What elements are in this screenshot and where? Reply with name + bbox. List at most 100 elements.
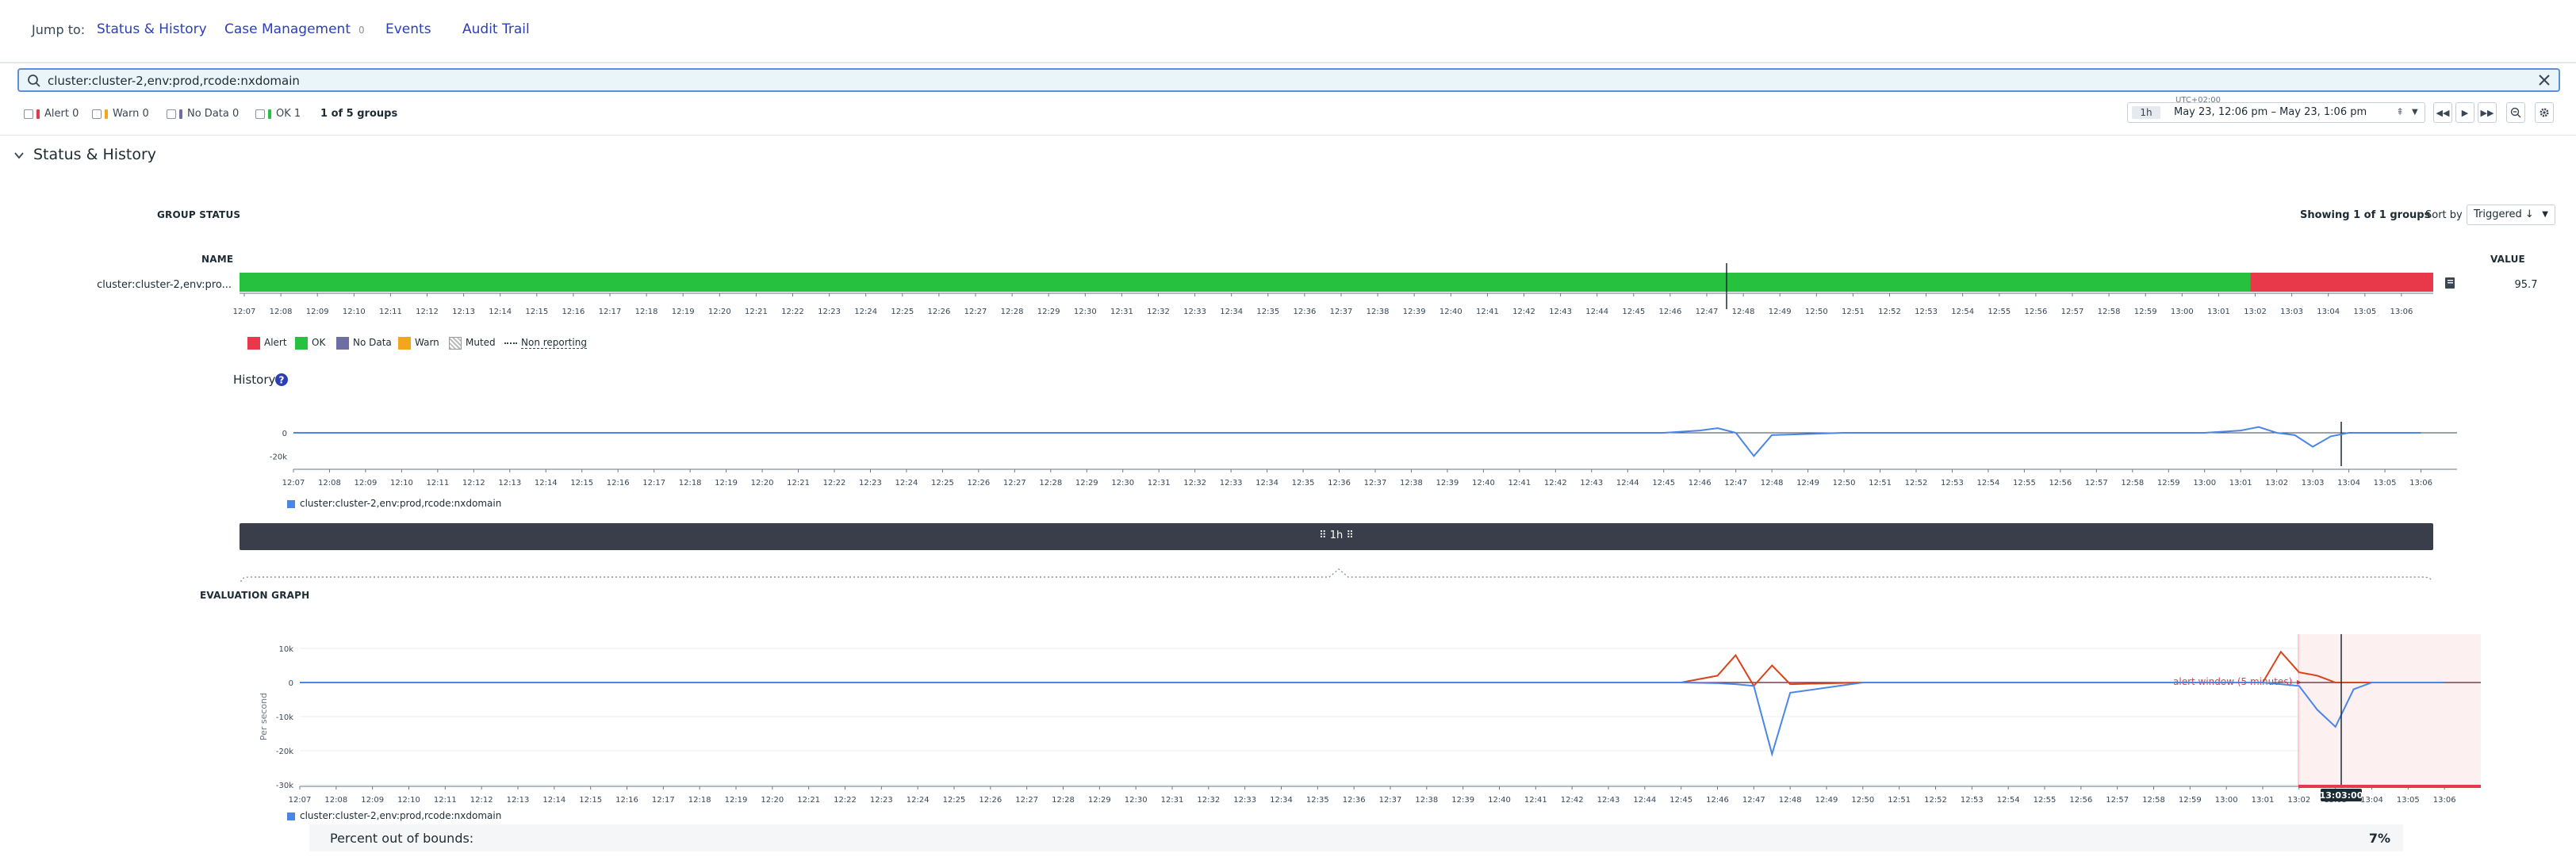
evaluation-legend: cluster:cluster-2,env:prod,rcode:nxdomai… [287,810,501,821]
x-tick-label: 12:13 [507,796,530,805]
jump-to-label: Jump to: [32,22,86,37]
x-tick-label: 12:38 [1415,796,1438,805]
status-tick-label: 12:53 [1915,308,1938,316]
status-tick-label: 12:50 [1805,308,1828,316]
y-tick-label: 0 [282,430,287,438]
x-tick-label: 12:54 [1997,796,2020,805]
rewind-button[interactable]: ◀◀ [2433,102,2452,123]
x-tick-label: 12:49 [1796,479,1819,488]
filter-alert[interactable]: Alert 0 [24,108,79,120]
x-tick-label: 12:28 [1039,479,1062,488]
x-tick-label: 12:18 [679,479,702,488]
x-tick-label: 13:02 [2287,796,2310,805]
x-tick-label: 13:03 [2302,479,2325,488]
time-range-picker[interactable]: 1h May 23, 12:06 pm – May 23, 1:06 pm ⇞ … [2127,102,2425,123]
alert-window-band [2298,634,2481,786]
close-icon[interactable] [2536,72,2552,88]
status-tick-label: 12:12 [416,308,439,316]
legend-label: Warn [415,337,439,348]
x-tick-label: 12:57 [2085,479,2108,488]
settings-button[interactable] [2535,102,2554,123]
jump-link-status-history[interactable]: Status & History [97,21,207,37]
x-tick-label: 12:41 [1508,479,1531,488]
x-tick-label: 12:52 [1924,796,1947,805]
time-range-handle-bar[interactable]: ⠿ 1h ⠿ [240,523,2433,550]
y-tick-label: 0 [289,679,293,688]
y-tick-label: -20k [276,748,293,756]
status-tick-label: 12:32 [1147,308,1170,316]
filter-warn-checkbox[interactable] [92,109,102,119]
status-tick-label: 13:03 [2280,308,2303,316]
legend-label: Non reporting [521,337,587,349]
jump-link-case-management-label[interactable]: Case Management [224,21,351,37]
search-input[interactable] [48,71,2506,90]
x-tick-label: 12:20 [751,479,774,488]
filter-alert-checkbox[interactable] [24,109,33,119]
status-tick-label: 12:47 [1696,308,1719,316]
status-tick-label: 12:19 [672,308,695,316]
filter-no-data-checkbox[interactable] [167,109,176,119]
x-tick-label: 12:23 [870,796,893,805]
x-tick-label: 12:10 [397,796,420,805]
x-tick-label: 12:07 [289,796,312,805]
x-tick-label: 12:15 [579,796,602,805]
status-segment-ok[interactable] [240,273,2251,292]
legend-label: Muted [466,337,496,348]
filter-no-data[interactable]: No Data 0 [167,108,239,120]
chevron-down-icon[interactable] [13,149,25,162]
legend-non-reporting[interactable]: Non reporting [504,336,587,349]
legend-label: Alert [264,337,287,348]
x-tick-label: 12:12 [470,796,493,805]
jump-link-audit-trail[interactable]: Audit Trail [462,21,530,37]
status-tick-label: 13:02 [2244,308,2267,316]
play-button[interactable]: ▶ [2455,102,2474,123]
percent-out-of-bounds: Percent out of bounds: 7% [309,824,2403,851]
x-tick-label: 12:10 [390,479,413,488]
x-tick-label: 12:47 [1742,796,1765,805]
chevron-down-icon[interactable]: ▼ [2412,108,2418,117]
status-tick-label: 12:34 [1220,308,1243,316]
filter-ok-checkbox[interactable] [255,109,265,119]
help-icon[interactable]: ? [274,373,289,387]
x-tick-label: 12:11 [434,796,457,805]
sort-select[interactable]: Triggered ↓ ▼ [2467,205,2555,225]
x-tick-label: 12:46 [1706,796,1729,805]
x-tick-label: 12:22 [823,479,846,488]
jump-link-events[interactable]: Events [385,21,431,37]
groups-count: 1 of 5 groups [320,108,398,120]
filter-ok[interactable]: OK 1 [255,108,301,120]
legend-label: OK [312,337,326,348]
status-tick-label: 12:11 [379,308,402,316]
status-tick-label: 12:17 [599,308,622,316]
fast-forward-button[interactable]: ▶▶ [2478,102,2497,123]
range-handle-label[interactable]: ⠿ 1h ⠿ [240,530,2433,541]
evaluation-chart[interactable]: Per second alert window (5 minutes) ▸ 10… [0,634,2576,812]
x-tick-label: 12:59 [2157,479,2180,488]
status-tick-label: 13:04 [2317,308,2340,316]
status-tick-label: 12:18 [635,308,658,316]
x-tick-label: 12:17 [642,479,665,488]
x-tick-label: 12:28 [1052,796,1075,805]
status-tick-label: 12:42 [1512,308,1535,316]
group-status-timeline[interactable]: 12:07 12:08 12:09 12:10 12:11 12:12 12:13 12:14… [0,262,2576,328]
status-tick-label: 12:40 [1439,308,1462,316]
x-tick-label: 12:45 [1652,479,1675,488]
x-tick-label: 12:14 [535,479,558,488]
x-tick-label: 12:50 [1833,479,1856,488]
pin-icon[interactable]: ⇞ [2396,106,2404,117]
x-tick-label: 12:26 [979,796,1002,805]
history-chart[interactable]: 0 -20k 12:07 12:08 12:09 12:10 12:11 12:12 12:1… [0,412,2576,491]
x-tick-label: 13:01 [2252,796,2275,805]
zoom-out-button[interactable] [2506,102,2525,123]
x-tick-label: 12:23 [859,479,882,488]
filter-warn[interactable]: Warn 0 [92,108,149,120]
x-tick-label: 12:24 [907,796,930,805]
x-tick-label: 12:32 [1183,479,1206,488]
jump-link-case-management[interactable]: Case Management 0 [224,21,365,37]
status-segment-alert[interactable] [2250,273,2434,292]
status-tick-label: 13:05 [2353,308,2376,316]
x-tick-label: 12:25 [943,796,966,805]
group-search[interactable] [17,68,2560,92]
section-title[interactable]: Status & History [33,146,156,163]
x-tick-label: 12:31 [1161,796,1184,805]
